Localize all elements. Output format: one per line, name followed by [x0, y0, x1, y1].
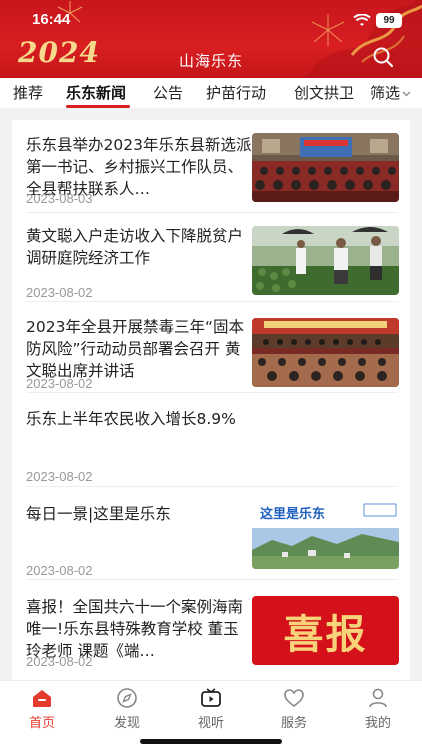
news-item[interactable]: 喜报！全国共六十一个案例海南唯一!乐东县特殊教育学校 董玉玲老师 课题《端… 2…	[12, 580, 410, 680]
news-item[interactable]: 乐东县举办2023年乐东县新选派第一书记、乡村振兴工作队员、全县帮扶联系人… 2…	[12, 120, 410, 212]
field-visit-photo	[252, 226, 399, 295]
news-thumbnail: 这里是乐东	[252, 500, 399, 569]
status-time: 16:44	[32, 11, 71, 28]
tab-ledong-news[interactable]: 乐东新闻	[66, 82, 126, 103]
nav-label: 视听	[197, 716, 224, 731]
conference-photo	[252, 318, 399, 387]
home-icon	[33, 690, 51, 707]
news-item[interactable]: 2023年全县开展禁毒三年“固本防风险”行动动员部署会召开 黄文聪出席并讲话 2…	[12, 302, 410, 391]
news-item[interactable]: 黄文聪入户走访收入下降脱贫户 调研庭院经济工作 2023-08-02	[12, 213, 410, 301]
app-header: 16:44 99 2024 山海乐东	[0, 0, 422, 78]
news-title: 2023年全县开展禁毒三年“固本防风险”行动动员部署会召开 黄文聪出席并讲话	[26, 318, 244, 380]
banner-text: 这里是乐东	[260, 507, 326, 522]
news-date: 2023-08-02	[26, 285, 93, 300]
news-date: 2023-08-02	[26, 376, 93, 391]
nav-label: 我的	[364, 716, 391, 731]
news-date: 2023-08-02	[26, 563, 93, 578]
news-date: 2023-08-02	[26, 469, 93, 484]
news-date: 2023-08-02	[26, 654, 93, 669]
nav-watch-listen[interactable]: 视听	[181, 687, 241, 731]
filter-button[interactable]: 筛选	[366, 82, 412, 104]
news-date: 2023-08-03	[26, 191, 93, 206]
wifi-icon	[353, 14, 371, 26]
nav-label: 首页	[28, 716, 55, 731]
page-title: 山海乐东	[178, 52, 243, 70]
user-icon	[369, 688, 387, 708]
active-tab-indicator	[66, 105, 130, 108]
tab-announcements[interactable]: 公告	[153, 82, 183, 103]
poster-text: 喜报	[283, 610, 368, 658]
nav-services[interactable]: 服务	[264, 687, 324, 731]
nav-discover[interactable]: 发现	[97, 687, 157, 731]
nav-label: 发现	[113, 716, 140, 731]
news-thumbnail	[252, 226, 399, 295]
tab-civilization[interactable]: 创文拱卫	[294, 82, 354, 103]
search-icon[interactable]	[372, 46, 394, 68]
news-thumbnail: 喜报	[252, 596, 399, 665]
news-title: 每日一景|这里是乐东	[26, 505, 171, 523]
tab-seedling-action[interactable]: 护苗行动	[206, 82, 266, 103]
category-tabs: 推荐 乐东新闻 公告 护苗行动 创文拱卫	[0, 78, 422, 108]
news-thumbnail	[252, 133, 399, 202]
news-list: 乐东县举办2023年乐东县新选派第一书记、乡村振兴工作队员、全县帮扶联系人… 2…	[12, 120, 410, 680]
nav-label: 服务	[280, 716, 307, 731]
heart-icon	[284, 689, 304, 707]
compass-icon	[117, 688, 137, 708]
nav-home[interactable]: 首页	[12, 687, 72, 731]
meeting-hall-photo	[252, 133, 399, 202]
news-title: 黄文聪入户走访收入下降脱贫户 调研庭院经济工作	[26, 227, 244, 267]
tv-play-icon	[201, 688, 221, 707]
tab-recommend[interactable]: 推荐	[13, 82, 43, 103]
news-item[interactable]: 每日一景|这里是乐东 2023-08-02 这里是乐东	[12, 487, 410, 579]
status-bar: 16:44 99	[0, 0, 422, 40]
chevron-down-icon	[402, 91, 411, 96]
news-item[interactable]: 乐东上半年农民收入增长8.9% 2023-08-02	[12, 393, 410, 485]
filter-label: 筛选	[370, 84, 401, 102]
nav-mine[interactable]: 我的	[348, 687, 408, 731]
news-title: 乐东上半年农民收入增长8.9%	[26, 410, 236, 428]
battery-indicator: 99	[376, 13, 402, 28]
news-thumbnail	[252, 318, 399, 387]
home-indicator	[140, 739, 282, 744]
news-title: 喜报！全国共六十一个案例海南唯一!乐东县特殊教育学校 董玉玲老师 课题《端…	[26, 598, 244, 660]
